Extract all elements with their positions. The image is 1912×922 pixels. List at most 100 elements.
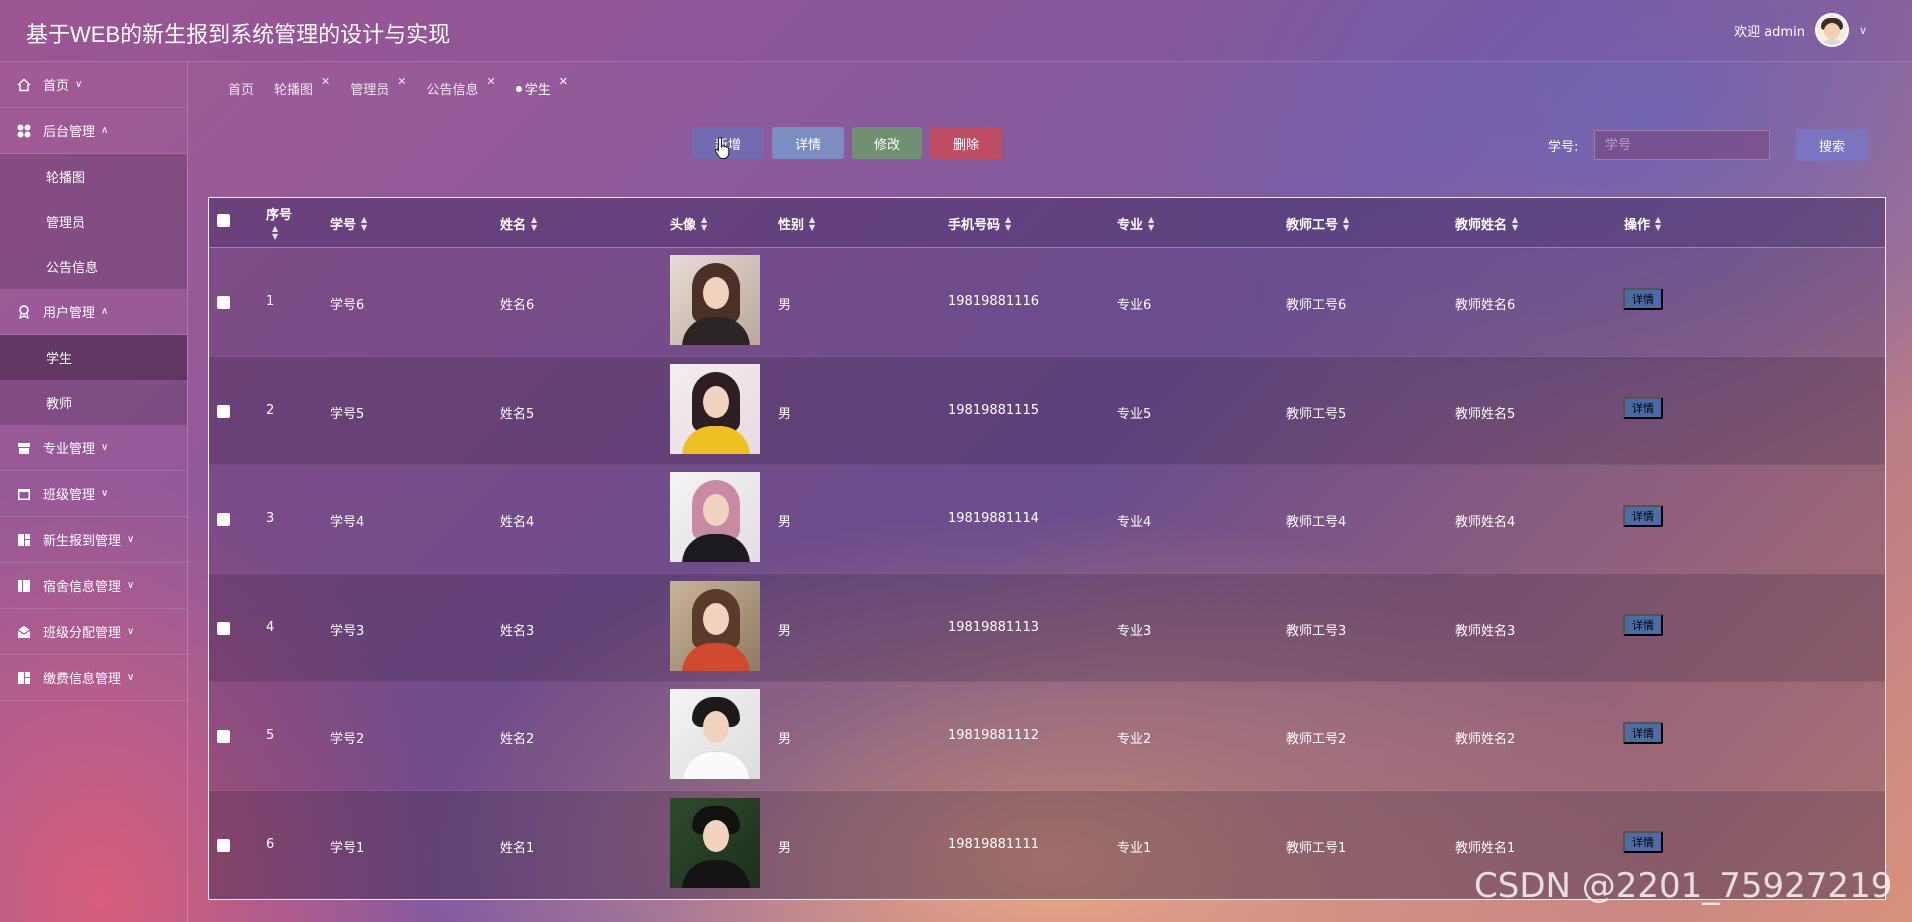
sort-icon[interactable]: ▲ ▼	[272, 225, 278, 241]
col-gender[interactable]: 性别 ▲ ▼	[778, 214, 815, 233]
sidebar-item-admins[interactable]: 管理员	[0, 199, 187, 244]
row-detail-button[interactable]: 详情	[1623, 830, 1663, 853]
cell-phone: 19819881115	[948, 402, 1039, 418]
close-icon[interactable]: ✕	[397, 75, 406, 88]
cell-teacher-name: 教师姓名6	[1455, 298, 1516, 313]
row-checkbox[interactable]	[217, 621, 230, 635]
welcome-text: 欢迎 admin	[1734, 24, 1805, 40]
row-checkbox[interactable]	[217, 838, 230, 852]
student-avatar-image[interactable]	[670, 580, 760, 671]
col-label: 手机号码	[948, 218, 1001, 233]
col-phone[interactable]: 手机号码 ▲ ▼	[948, 214, 1011, 233]
table-header: 序号 ▲ ▼ 学号 ▲ ▼ 姓名 ▲ ▼ 头像 ▲ ▼ 性别 ▲ ▼ 手机号码 ▲ ▼ 专业 ▲ ▼ 教师…	[209, 198, 1885, 248]
student-avatar-image[interactable]	[670, 363, 760, 454]
cell-name: 姓名2	[500, 732, 535, 747]
row-detail-button[interactable]: 详情	[1623, 505, 1663, 527]
table-row[interactable]: 2 学号5 姓名5 男 19819881115 专业5 教师工号5 教师姓名5 …	[209, 356, 1885, 465]
student-avatar-image[interactable]	[670, 472, 760, 562]
chevron-down-icon: ∨	[101, 488, 109, 499]
col-label: 学号	[330, 218, 357, 233]
user-avatar[interactable]	[1814, 13, 1849, 47]
col-avatar[interactable]: 头像 ▲ ▼	[670, 214, 707, 233]
col-teacher-name[interactable]: 教师姓名 ▲ ▼	[1455, 214, 1518, 233]
sidebar-item-notices[interactable]: 公告信息	[0, 244, 187, 289]
sidebar-item-registration[interactable]: 新生报到管理 ∨	[0, 517, 187, 563]
sort-icon[interactable]: ▲ ▼	[531, 215, 537, 232]
sort-icon[interactable]: ▲ ▼	[1512, 215, 1518, 232]
row-checkbox[interactable]	[217, 296, 230, 309]
sidebar-item-label: 专业管理	[43, 442, 96, 457]
table-row[interactable]: 4 学号3 姓名3 男 19819881113 专业3 教师工号3 教师姓名3 …	[209, 573, 1885, 682]
chevron-up-icon: ∧	[101, 125, 109, 136]
close-icon[interactable]: ✕	[487, 75, 496, 88]
tab-students[interactable]: 学生 ✕	[515, 75, 568, 98]
col-major[interactable]: 专业 ▲ ▼	[1117, 214, 1154, 233]
row-checkbox[interactable]	[217, 730, 230, 743]
row-detail-button[interactable]: 详情	[1623, 722, 1663, 744]
cell-gender: 男	[778, 298, 792, 313]
detail-button[interactable]: 详情	[772, 127, 844, 159]
cell-major: 专业2	[1117, 732, 1152, 747]
sidebar-item-students[interactable]: 学生	[0, 335, 187, 380]
student-avatar-image[interactable]	[670, 797, 760, 888]
user-menu[interactable]: 欢迎 admin ∨	[1734, 13, 1867, 47]
sort-icon[interactable]: ▲ ▼	[809, 215, 815, 232]
cell-name: 姓名4	[500, 515, 535, 530]
col-actions[interactable]: 操作 ▲ ▼	[1624, 214, 1661, 233]
row-checkbox[interactable]	[217, 513, 230, 526]
col-name[interactable]: 姓名 ▲ ▼	[500, 214, 537, 233]
table-row[interactable]: 1 学号6 姓名6 男 19819881116 专业6 教师工号6 教师姓名6 …	[209, 248, 1885, 357]
sidebar-item-carousel[interactable]: 轮播图	[0, 154, 187, 199]
grid-icon	[16, 123, 32, 139]
tab-admins[interactable]: 管理员 ✕	[350, 75, 406, 98]
row-detail-button[interactable]: 详情	[1623, 396, 1663, 419]
tab-carousel[interactable]: 轮播图 ✕	[274, 75, 330, 98]
sidebar-item-class-assign[interactable]: 班级分配管理 ∨	[0, 609, 187, 655]
row-checkbox[interactable]	[217, 404, 230, 418]
sort-icon[interactable]: ▲ ▼	[1343, 215, 1349, 232]
sidebar-item-users[interactable]: 用户管理 ∧	[0, 289, 187, 335]
sort-icon[interactable]: ▲ ▼	[1655, 215, 1661, 232]
cell-name: 姓名6	[500, 298, 535, 313]
sidebar-item-backend[interactable]: 后台管理 ∧	[0, 108, 187, 154]
sidebar-item-label: 缴费信息管理	[43, 672, 122, 687]
student-avatar-image[interactable]	[670, 255, 760, 345]
sort-icon[interactable]: ▲ ▼	[701, 215, 707, 232]
sidebar-item-majors[interactable]: 专业管理 ∨	[0, 425, 187, 471]
cell-teacher-id: 教师工号6	[1286, 298, 1347, 313]
close-icon[interactable]: ✕	[321, 75, 330, 88]
columns-icon	[16, 578, 32, 594]
tab-notices[interactable]: 公告信息 ✕	[426, 75, 495, 98]
col-index[interactable]: 序号 ▲ ▼	[266, 204, 292, 241]
sidebar-item-dorms[interactable]: 宿舍信息管理 ∨	[0, 563, 187, 609]
search-label: 学号:	[1548, 140, 1579, 155]
edit-button[interactable]: 修改	[852, 127, 922, 159]
row-detail-button[interactable]: 详情	[1623, 613, 1663, 636]
badge-icon	[16, 304, 32, 320]
sort-icon[interactable]: ▲ ▼	[1148, 215, 1154, 232]
delete-button[interactable]: 删除	[930, 127, 1002, 159]
cell-teacher-name: 教师姓名1	[1455, 840, 1516, 856]
sidebar-item-classes[interactable]: 班级管理 ∨	[0, 471, 187, 517]
tab-home[interactable]: 首页	[228, 79, 254, 98]
search-button[interactable]: 搜索	[1796, 129, 1868, 161]
close-icon[interactable]: ✕	[559, 75, 568, 88]
sidebar-item-home[interactable]: 首页 ∨	[0, 62, 187, 108]
student-avatar-image[interactable]	[670, 689, 760, 779]
cell-student-id: 学号1	[330, 840, 365, 856]
chevron-down-icon[interactable]: ∨	[1859, 24, 1867, 37]
row-detail-button[interactable]: 详情	[1623, 288, 1663, 310]
sort-icon[interactable]: ▲ ▼	[361, 215, 367, 232]
cell-teacher-name: 教师姓名2	[1455, 732, 1516, 747]
search-input[interactable]	[1594, 130, 1770, 160]
table-row[interactable]: 5 学号2 姓名2 男 19819881112 专业2 教师工号2 教师姓名2 …	[209, 682, 1885, 791]
select-all-checkbox[interactable]	[217, 214, 230, 227]
sort-icon[interactable]: ▲ ▼	[1005, 215, 1011, 232]
sidebar-item-fees[interactable]: 缴费信息管理 ∨	[0, 655, 187, 701]
col-student-id[interactable]: 学号 ▲ ▼	[330, 214, 367, 233]
tab-label: 轮播图	[274, 83, 314, 98]
sidebar-item-teachers[interactable]: 教师	[0, 380, 187, 425]
col-teacher-id[interactable]: 教师工号 ▲ ▼	[1286, 214, 1349, 233]
chevron-down-icon: ∨	[75, 79, 83, 90]
table-row[interactable]: 3 学号4 姓名4 男 19819881114 专业4 教师工号4 教师姓名4 …	[209, 465, 1885, 574]
